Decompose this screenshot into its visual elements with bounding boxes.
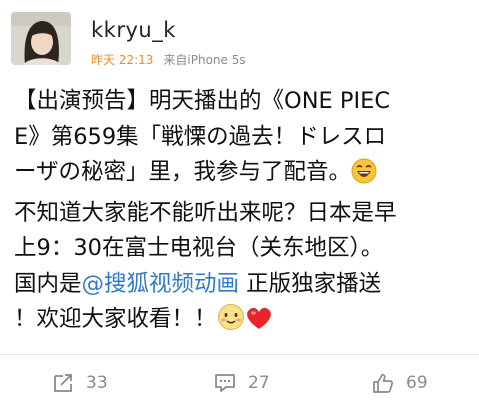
thumbs-up-icon bbox=[373, 373, 394, 393]
content-line: 国内是@搜狐视频动画 正版独家播送 bbox=[14, 267, 466, 303]
red-heart-icon bbox=[245, 305, 273, 343]
content-line: ーザの秘密」里，我参与了配音。 bbox=[14, 155, 466, 196]
content-text: 国内是 bbox=[14, 270, 82, 297]
avatar[interactable] bbox=[11, 12, 71, 65]
mention-link[interactable]: @搜狐视频动画 bbox=[82, 271, 240, 297]
repost-count: 33 bbox=[86, 373, 108, 393]
repost-button[interactable]: 33 bbox=[52, 371, 108, 395]
username[interactable]: kkryu_k bbox=[91, 18, 176, 42]
content-text: ！欢迎大家收看！！ bbox=[14, 306, 217, 332]
content-line: 上9：30在富士电视台（关东地区）。 bbox=[14, 235, 384, 261]
post-meta: 昨天 22:13 来自iPhone 5s bbox=[91, 51, 246, 68]
content-line: E》第659集「戦慄の過去！ドレスロ bbox=[14, 123, 387, 150]
blushing-smile-emoji-icon bbox=[217, 303, 245, 343]
comment-icon bbox=[215, 374, 235, 392]
content-text: ーザの秘密」里，我参与了配音。 bbox=[14, 159, 352, 185]
repost-icon bbox=[54, 374, 72, 392]
like-button[interactable]: 69 bbox=[372, 371, 428, 395]
content-line: 【出演预告】明天播出的《ONE PIEC bbox=[14, 88, 391, 114]
content-line: 不知道大家能不能听出来呢？日本是早 bbox=[14, 199, 397, 226]
comment-count: 27 bbox=[248, 373, 270, 393]
comment-button[interactable]: 27 bbox=[214, 371, 270, 395]
post-content: 【出演预告】明天播出的《ONE PIEC E》第659集「戦慄の過去！ドレスロ … bbox=[14, 84, 466, 343]
content-line: ！欢迎大家收看！！ bbox=[14, 302, 466, 343]
post-time: 昨天 22:13 bbox=[91, 53, 154, 67]
post-source: 来自iPhone 5s bbox=[163, 53, 246, 67]
laughing-emoji-icon bbox=[351, 158, 377, 196]
divider bbox=[0, 354, 479, 355]
like-count: 69 bbox=[406, 373, 428, 393]
content-text: 正版独家播送 bbox=[239, 270, 382, 297]
